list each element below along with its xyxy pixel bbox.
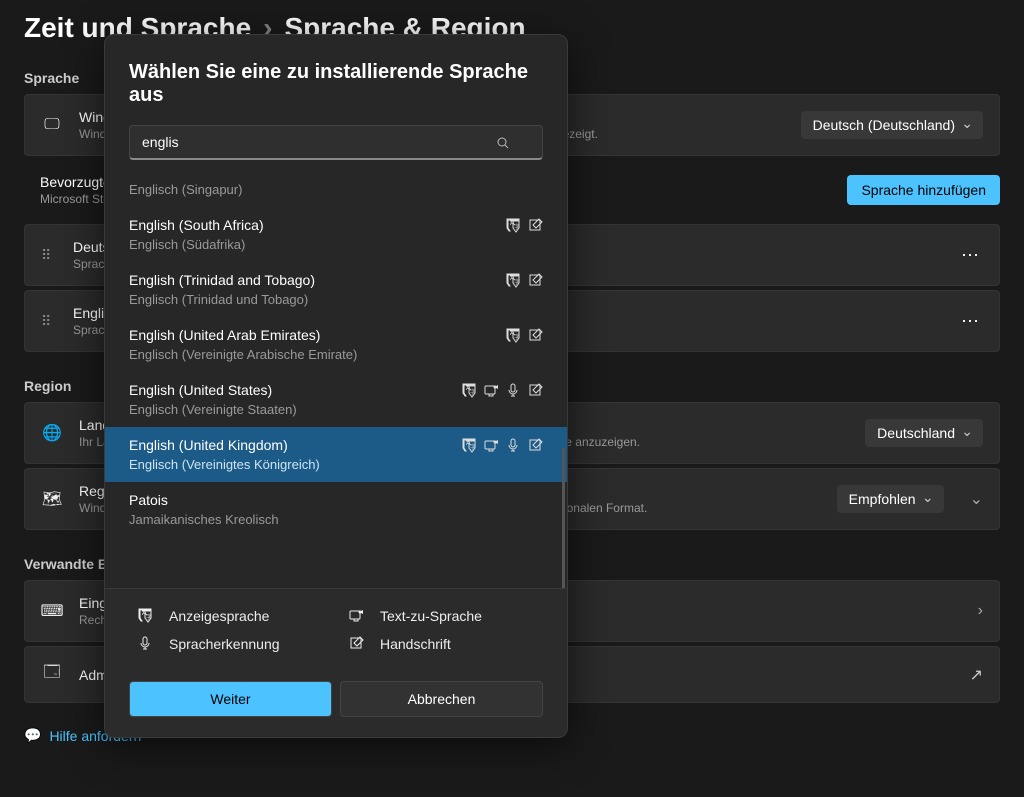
more-button[interactable]: ⋯ (959, 311, 983, 332)
hand-icon (527, 217, 543, 233)
option-sub: Englisch (Südafrika) (129, 237, 543, 252)
option-sub: Englisch (Vereinigte Staaten) (129, 402, 543, 417)
admin-icon: 🗔 (41, 661, 63, 688)
display-icon (505, 217, 521, 233)
hand-icon (527, 272, 543, 288)
format-select[interactable]: Empfohlen (837, 485, 944, 513)
hand-icon (527, 437, 543, 453)
option-sub: Jamaikanisches Kreolisch (129, 512, 543, 527)
option-sub: Englisch (Trinidad und Tobago) (129, 292, 543, 307)
legend-hand: Handschrift (348, 635, 535, 653)
option-name: Patois (129, 492, 543, 508)
option-name: English (United Arab Emirates) (129, 327, 505, 343)
country-select[interactable]: Deutschland (865, 419, 983, 447)
drag-handle-icon[interactable]: ⠿ (41, 247, 57, 264)
external-link-icon: ↗ (970, 665, 983, 685)
language-option[interactable]: English (Trinidad and Tobago) Englisch (T… (105, 262, 567, 317)
chevron-down-icon[interactable]: ⌄ (970, 489, 983, 509)
option-sub: Englisch (Vereinigte Arabische Emirate) (129, 347, 543, 362)
globe-icon: 🌐 (41, 423, 63, 443)
legend: Anzeigesprache Text-zu-Sprache Spracherk… (105, 588, 567, 667)
next-button[interactable]: Weiter (129, 681, 332, 717)
display-icon (461, 437, 477, 453)
language-option[interactable]: English (South Africa) Englisch (Südafrik… (105, 207, 567, 262)
option-name: English (United States) (129, 382, 461, 398)
help-icon: 💬 (24, 727, 41, 744)
option-name: English (Trinidad and Tobago) (129, 272, 505, 288)
language-option[interactable]: English (United States) Englisch (Vereini… (105, 372, 567, 427)
chevron-right-icon: › (978, 602, 983, 620)
option-name: English (United Kingdom) (129, 437, 461, 453)
language-option[interactable]: Englisch (Singapur) (105, 168, 567, 207)
monitor-icon: 🖵 (41, 116, 63, 134)
tts-icon (483, 382, 499, 398)
display-icon (505, 272, 521, 288)
scrollbar[interactable] (562, 448, 565, 588)
language-search-input[interactable] (129, 125, 543, 160)
drag-handle-icon[interactable]: ⠿ (41, 313, 57, 330)
keyboard-icon: ⌨ (41, 601, 63, 621)
language-option[interactable]: English (United Kingdom) Englisch (Verein… (105, 427, 567, 482)
globe-lang-icon: 🗺 (41, 489, 63, 509)
display-icon (505, 327, 521, 343)
option-sub: Englisch (Singapur) (129, 182, 543, 197)
search-icon (495, 135, 509, 152)
hand-icon (527, 327, 543, 343)
dialog-title: Wählen Sie eine zu installierende Sprach… (105, 35, 567, 125)
legend-mic: Spracherkennung (137, 635, 324, 653)
cancel-button[interactable]: Abbrechen (340, 681, 543, 717)
legend-tts: Text-zu-Sprache (348, 607, 535, 625)
add-language-button[interactable]: Sprache hinzufügen (847, 175, 1000, 205)
hand-icon (527, 382, 543, 398)
language-list[interactable]: Englisch (Singapur) English (South Africa… (105, 168, 567, 588)
legend-display: Anzeigesprache (137, 607, 324, 625)
add-language-dialog: Wählen Sie eine zu installierende Sprach… (104, 34, 568, 738)
language-option[interactable]: Patois Jamaikanisches Kreolisch (105, 482, 567, 537)
tts-icon (483, 437, 499, 453)
more-button[interactable]: ⋯ (959, 245, 983, 266)
option-name: English (South Africa) (129, 217, 505, 233)
mic-icon (505, 382, 521, 398)
option-sub: Englisch (Vereinigtes Königreich) (129, 457, 543, 472)
language-option[interactable]: English (United Arab Emirates) Englisch (… (105, 317, 567, 372)
display-icon (461, 382, 477, 398)
mic-icon (505, 437, 521, 453)
display-language-select[interactable]: Deutsch (Deutschland) (801, 111, 983, 139)
